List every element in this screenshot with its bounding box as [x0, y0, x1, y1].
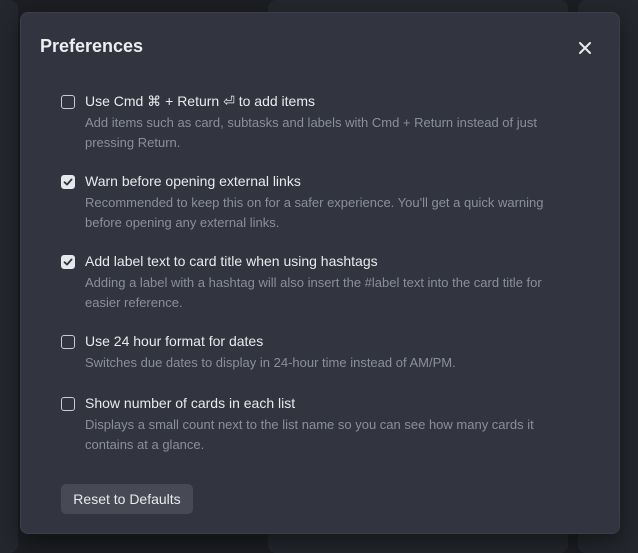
dialog-title: Preferences — [40, 36, 144, 56]
pref-description: Displays a small count next to the list … — [85, 417, 534, 452]
pref-label: Show number of cards in each list — [85, 395, 296, 411]
board-column-left — [0, 0, 18, 553]
pref-checkbox[interactable] — [61, 397, 75, 411]
pref-checkbox[interactable] — [61, 255, 75, 269]
check-icon — [63, 178, 73, 186]
close-button[interactable] — [574, 37, 596, 59]
pref-checkbox[interactable] — [61, 175, 75, 189]
reset-defaults-button[interactable]: Reset to Defaults — [61, 484, 193, 514]
pref-description: Add items such as card, subtasks and lab… — [85, 115, 537, 150]
pref-label: Use 24 hour format for dates — [85, 333, 264, 349]
pref-description: Adding a label with a hashtag will also … — [85, 275, 542, 310]
close-icon — [579, 42, 591, 54]
preferences-dialog: Preferences Use Cmd ⌘ + Return ⏎ to add … — [20, 12, 620, 534]
pref-checkbox[interactable] — [61, 335, 75, 349]
pref-label: Use Cmd ⌘ + Return ⏎ to add items — [85, 93, 315, 109]
pref-checkbox[interactable] — [61, 95, 75, 109]
pref-description: Recommended to keep this on for a safer … — [85, 195, 544, 230]
pref-description: Switches due dates to display in 24-hour… — [85, 355, 456, 370]
pref-label: Warn before opening external links — [85, 173, 301, 189]
check-icon — [63, 258, 73, 266]
pref-label: Add label text to card title when using … — [85, 253, 378, 269]
